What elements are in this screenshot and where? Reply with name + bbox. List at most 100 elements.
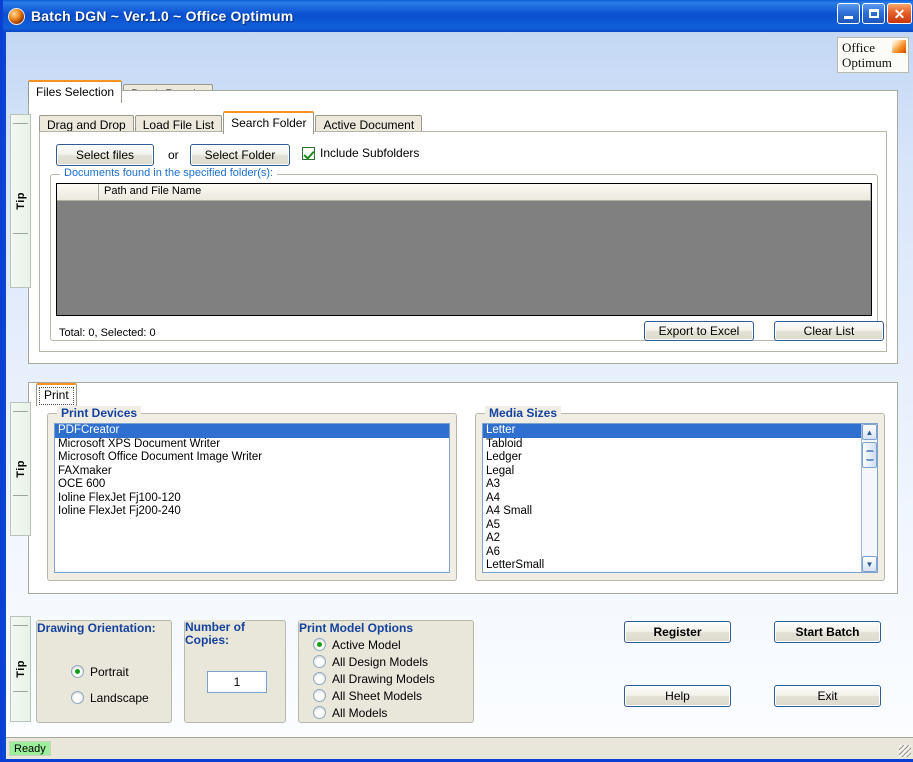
radio-portrait[interactable]: Portrait <box>71 663 149 680</box>
tip-panel-options[interactable]: Tip <box>10 616 31 722</box>
maximize-icon <box>868 9 879 18</box>
listview-column-path-and-file-name[interactable]: Path and File Name <box>99 184 871 201</box>
media-sizes-items: Letter Tabloid Ledger Legal A3 A4 A4 Sma… <box>483 424 861 572</box>
number-of-copies-input[interactable]: 1 <box>207 671 267 693</box>
export-to-excel-button[interactable]: Export to Excel <box>644 321 754 341</box>
radio-all-models[interactable]: All Models <box>313 704 435 721</box>
radio-unselected-icon <box>71 691 84 704</box>
include-subfolders-checkbox[interactable]: Include Subfolders <box>302 146 419 160</box>
files-selection-panel: Drag and Drop Load File List Search Fold… <box>28 90 898 364</box>
radio-portrait-label: Portrait <box>90 664 129 679</box>
list-item[interactable]: OCE 600 <box>55 478 449 492</box>
radio-selected-icon <box>313 638 326 651</box>
select-files-label: Select files <box>75 148 135 162</box>
tab-search-folder[interactable]: Search Folder <box>223 111 315 134</box>
tip-panel-print[interactable]: Tip <box>10 402 31 536</box>
window-title: Batch DGN ~ Ver.1.0 ~ Office Optimum <box>31 8 294 24</box>
list-item[interactable]: A6 <box>483 546 861 560</box>
radio-all-drawing-models[interactable]: All Drawing Models <box>313 670 435 687</box>
documents-listview[interactable]: Path and File Name <box>56 183 872 316</box>
help-button[interactable]: Help <box>624 685 731 707</box>
register-button[interactable]: Register <box>624 621 731 643</box>
drawing-orientation-group-label: Drawing Orientation: <box>37 621 156 635</box>
radio-all-sheet-models[interactable]: All Sheet Models <box>313 687 435 704</box>
list-item[interactable]: A4 <box>483 492 861 506</box>
radio-selected-icon <box>71 665 84 678</box>
list-item[interactable]: A2 <box>483 532 861 546</box>
radio-all-models-label: All Models <box>332 705 388 720</box>
tip-panel-files[interactable]: Tip <box>10 114 31 288</box>
exit-button[interactable]: Exit <box>774 685 881 707</box>
drawing-orientation-options: Portrait Landscape <box>71 663 149 706</box>
list-item[interactable]: A3 <box>483 478 861 492</box>
tab-load-file-list-label: Load File List <box>142 118 215 132</box>
scrollbar-thumb[interactable] <box>862 442 877 468</box>
chevron-down-icon[interactable]: ▼ <box>862 556 877 572</box>
list-status-label: Total: 0, Selected: 0 <box>59 327 156 339</box>
tab-print[interactable]: Print <box>36 383 77 406</box>
clear-list-label: Clear List <box>803 324 855 338</box>
application-window: Batch DGN ~ Ver.1.0 ~ Office Optimum ✕ O… <box>0 0 913 762</box>
radio-all-design-models[interactable]: All Design Models <box>313 653 435 670</box>
listview-column-checkbox[interactable] <box>57 184 99 201</box>
radio-unselected-icon <box>313 689 326 702</box>
tab-files-selection[interactable]: Files Selection <box>28 80 123 103</box>
client-area: Office Optimum Files Selection Batch Res… <box>6 32 913 737</box>
drawing-orientation-group: Drawing Orientation: Portrait Landscape <box>36 620 172 723</box>
select-folder-button[interactable]: Select Folder <box>190 144 290 166</box>
list-item[interactable]: Ledger <box>483 451 861 465</box>
documents-found-group-label: Documents found in the specified folder(… <box>60 167 278 179</box>
resize-grip-icon[interactable] <box>899 745 911 757</box>
list-item[interactable]: Tabloid <box>483 438 861 452</box>
list-item[interactable]: Microsoft Office Document Image Writer <box>55 451 449 465</box>
print-options-panel: Print Devices PDFCreator Microsoft XPS D… <box>28 382 898 594</box>
export-to-excel-label: Export to Excel <box>658 324 740 338</box>
number-of-copies-group-label: Number of Copies: <box>185 620 245 647</box>
list-item[interactable]: Ioline FlexJet Fj100-120 <box>55 492 449 506</box>
status-bar: Ready <box>6 737 913 759</box>
print-devices-items: PDFCreator Microsoft XPS Document Writer… <box>55 424 449 519</box>
radio-active-model[interactable]: Active Model <box>313 636 435 653</box>
list-item[interactable]: Letter <box>483 424 861 438</box>
print-devices-listbox[interactable]: PDFCreator Microsoft XPS Document Writer… <box>54 423 450 573</box>
tab-search-folder-label: Search Folder <box>231 116 307 130</box>
print-model-options-list: Active Model All Design Models All Drawi… <box>313 636 435 721</box>
title-bar: Batch DGN ~ Ver.1.0 ~ Office Optimum ✕ <box>3 0 913 32</box>
app-circle-icon <box>8 7 25 25</box>
tip-label: Tip <box>14 192 27 210</box>
start-batch-button[interactable]: Start Batch <box>774 621 881 643</box>
list-item[interactable]: FAXmaker <box>55 465 449 479</box>
print-model-options-group-label: Print Model Options <box>299 621 413 635</box>
status-badge: Ready <box>9 741 51 756</box>
tab-drag-and-drop-label: Drag and Drop <box>47 118 126 132</box>
select-folder-label: Select Folder <box>204 148 276 162</box>
select-files-button[interactable]: Select files <box>56 144 154 166</box>
media-sizes-listbox[interactable]: Letter Tabloid Ledger Legal A3 A4 A4 Sma… <box>482 423 878 573</box>
close-button[interactable]: ✕ <box>887 3 912 24</box>
list-item[interactable]: A5 <box>483 519 861 533</box>
close-icon: ✕ <box>893 5 906 22</box>
maximize-button[interactable] <box>862 3 885 24</box>
media-sizes-group: Media Sizes Letter Tabloid Ledger Legal … <box>475 406 885 581</box>
checkbox-checked-icon <box>302 146 315 160</box>
clear-list-button[interactable]: Clear List <box>774 321 884 341</box>
list-item[interactable]: PDFCreator <box>55 424 449 438</box>
list-item[interactable]: Legal <box>483 465 861 479</box>
list-item[interactable]: LetterSmall <box>483 559 861 572</box>
tip-label: Tip <box>14 660 27 678</box>
list-item[interactable]: A4 Small <box>483 505 861 519</box>
register-label: Register <box>653 625 702 639</box>
minimize-button[interactable] <box>837 3 860 24</box>
print-model-options-group: Print Model Options Active Model All Des… <box>298 620 474 723</box>
list-item[interactable]: Microsoft XPS Document Writer <box>55 438 449 452</box>
media-sizes-group-label: Media Sizes <box>485 406 562 420</box>
listview-body[interactable] <box>57 201 871 315</box>
list-item[interactable]: Ioline FlexJet Fj200-240 <box>55 505 449 519</box>
radio-landscape-label: Landscape <box>90 690 149 705</box>
radio-unselected-icon <box>313 672 326 685</box>
office-optimum-logo: Office Optimum <box>837 37 909 73</box>
chevron-up-icon[interactable]: ▲ <box>862 424 877 440</box>
media-sizes-scrollbar[interactable]: ▲ ▼ <box>861 424 877 572</box>
radio-landscape[interactable]: Landscape <box>71 689 149 706</box>
radio-active-model-label: Active Model <box>332 637 401 652</box>
